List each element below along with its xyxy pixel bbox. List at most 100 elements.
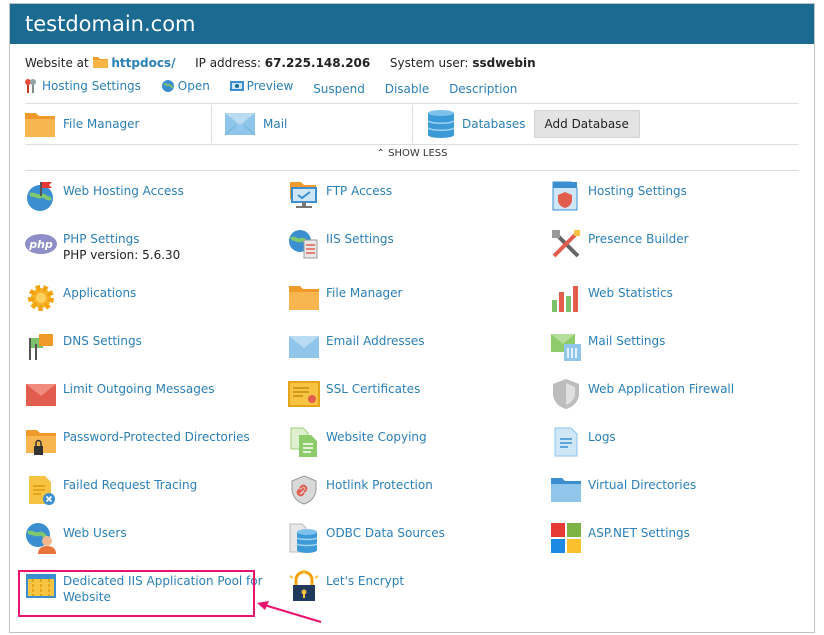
tool-dns-settings[interactable]: DNS Settings xyxy=(25,330,275,370)
tool-label: Web Statistics xyxy=(588,286,673,300)
divider xyxy=(25,170,799,171)
suspend-action[interactable]: Suspend xyxy=(313,82,365,96)
divider xyxy=(211,105,212,143)
globe-user-icon xyxy=(26,523,56,554)
tool-label: Email Addresses xyxy=(326,334,425,348)
database-icon xyxy=(289,523,318,553)
shield-icon xyxy=(553,379,579,409)
tool-label: FTP Access xyxy=(326,184,393,198)
tool-label: IIS Settings xyxy=(326,232,394,246)
chevron-up-icon: ⌃ xyxy=(376,148,385,159)
folder-icon xyxy=(25,113,55,137)
tool-password-protected-directories[interactable]: Password-Protected Directories xyxy=(25,426,275,466)
tool-aspnet-settings[interactable]: ASP.NET Settings xyxy=(550,522,800,562)
suspend-label: Suspend xyxy=(313,82,365,96)
globe-icon xyxy=(161,80,174,92)
tool-label: Applications xyxy=(63,286,137,300)
globe-flag-icon xyxy=(27,182,53,211)
quick-access-bar: File Manager Mail Databases Add Database xyxy=(25,105,799,143)
tool-label: Failed Request Tracing xyxy=(63,478,198,492)
description-label: Description xyxy=(449,82,518,96)
quick-file-manager[interactable]: File Manager xyxy=(25,105,140,143)
tool-label: Web Application Firewall xyxy=(588,382,735,396)
domain-info: Website at httpdocs/ IP address: 67.225.… xyxy=(25,54,805,72)
show-less-toggle[interactable]: ⌃ SHOW LESS xyxy=(25,148,799,159)
folder-open-icon xyxy=(551,478,581,502)
tool-failed-request-tracing[interactable]: Failed Request Tracing xyxy=(25,474,275,514)
tools-grid: Web Hosting Access php PHP Settings PHP … xyxy=(14,180,794,610)
tool-lets-encrypt[interactable]: Let's Encrypt xyxy=(288,570,538,610)
show-less-label: SHOW LESS xyxy=(388,148,448,159)
tool-ftp-access[interactable]: FTP Access xyxy=(288,180,538,220)
tool-label: ASP.NET Settings xyxy=(588,526,690,540)
tool-hotlink-protection[interactable]: Hotlink Protection xyxy=(288,474,538,514)
tool-iis-settings[interactable]: IIS Settings xyxy=(288,228,538,268)
hosting-settings-label: Hosting Settings xyxy=(42,79,141,93)
tool-logs[interactable]: Logs xyxy=(550,426,800,466)
tool-hosting-settings[interactable]: Hosting Settings xyxy=(550,180,800,220)
tool-applications[interactable]: Applications xyxy=(25,282,275,322)
quick-mail[interactable]: Mail xyxy=(225,105,287,143)
tool-label: Virtual Directories xyxy=(588,478,697,492)
tool-limit-outgoing-messages[interactable]: Limit Outgoing Messages xyxy=(25,378,275,418)
disable-action[interactable]: Disable xyxy=(385,82,430,96)
hosting-settings-action[interactable]: Hosting Settings xyxy=(25,79,141,93)
globe-server-icon xyxy=(289,230,318,259)
tool-web-statistics[interactable]: Web Statistics xyxy=(550,282,800,322)
tool-label: File Manager xyxy=(326,286,403,300)
quick-databases[interactable]: Databases Add Database xyxy=(428,105,640,143)
quick-file-manager-label: File Manager xyxy=(63,117,140,131)
dns-flags-icon xyxy=(29,334,53,360)
php-icon: php xyxy=(25,234,57,254)
tool-label: Logs xyxy=(588,430,616,444)
tool-web-application-firewall[interactable]: Web Application Firewall xyxy=(550,378,800,418)
ip-value: 67.225.148.206 xyxy=(264,56,371,70)
description-action[interactable]: Description xyxy=(449,82,517,96)
action-bar: Hosting Settings Open Preview Suspend Di… xyxy=(25,79,533,99)
folder-lock-icon xyxy=(26,430,56,455)
tool-ssl-certificates[interactable]: SSL Certificates xyxy=(288,378,538,418)
docroot-link[interactable]: httpdocs/ xyxy=(111,56,175,70)
tool-mail-settings[interactable]: Mail Settings xyxy=(550,330,800,370)
tool-odbc-data-sources[interactable]: ODBC Data Sources xyxy=(288,522,538,562)
svg-text:php: php xyxy=(28,238,53,251)
certificate-icon xyxy=(288,381,320,407)
page-title: testdomain.com xyxy=(10,4,814,44)
tool-web-users[interactable]: Web Users xyxy=(25,522,275,562)
folder-icon xyxy=(92,57,108,68)
tool-label: ODBC Data Sources xyxy=(326,526,445,540)
divider xyxy=(412,105,413,143)
highlight-box xyxy=(18,570,255,617)
tool-presence-builder[interactable]: Presence Builder xyxy=(550,228,800,268)
tool-label: Web Hosting Access xyxy=(63,184,184,198)
open-action[interactable]: Open xyxy=(161,79,210,93)
database-icon xyxy=(428,110,454,138)
ip-label: IP address: xyxy=(195,56,261,70)
tool-label: Presence Builder xyxy=(588,232,689,246)
system-user-value: ssdwebin xyxy=(472,56,536,70)
tool-website-copying[interactable]: Website Copying xyxy=(288,426,538,466)
envelope-icon xyxy=(289,336,319,358)
tool-php-settings[interactable]: php PHP Settings PHP version: 5.6.30 xyxy=(25,228,275,268)
preview-icon xyxy=(229,81,244,91)
document-icon xyxy=(554,427,578,457)
tool-web-hosting-access[interactable]: Web Hosting Access xyxy=(25,180,275,220)
tool-virtual-directories[interactable]: Virtual Directories xyxy=(550,474,800,514)
preview-label: Preview xyxy=(246,79,294,93)
preview-action[interactable]: Preview xyxy=(229,79,294,93)
copy-icon xyxy=(290,427,317,457)
tool-label: Website Copying xyxy=(326,430,427,444)
tool-email-addresses[interactable]: Email Addresses xyxy=(288,330,538,370)
open-label: Open xyxy=(177,79,210,93)
website-at-label: Website at xyxy=(25,56,89,70)
tool-file-manager[interactable]: File Manager xyxy=(288,282,538,322)
quick-mail-label: Mail xyxy=(263,117,288,131)
system-user-label: System user: xyxy=(389,56,469,70)
tool-label: Web Users xyxy=(63,526,127,540)
bar-chart-icon xyxy=(552,286,578,312)
envelope-icon xyxy=(26,384,56,406)
document-shield-icon xyxy=(552,181,578,211)
add-database-button[interactable]: Add Database xyxy=(533,110,640,138)
windows-icon xyxy=(551,523,581,553)
tool-label: Password-Protected Directories xyxy=(63,430,250,444)
